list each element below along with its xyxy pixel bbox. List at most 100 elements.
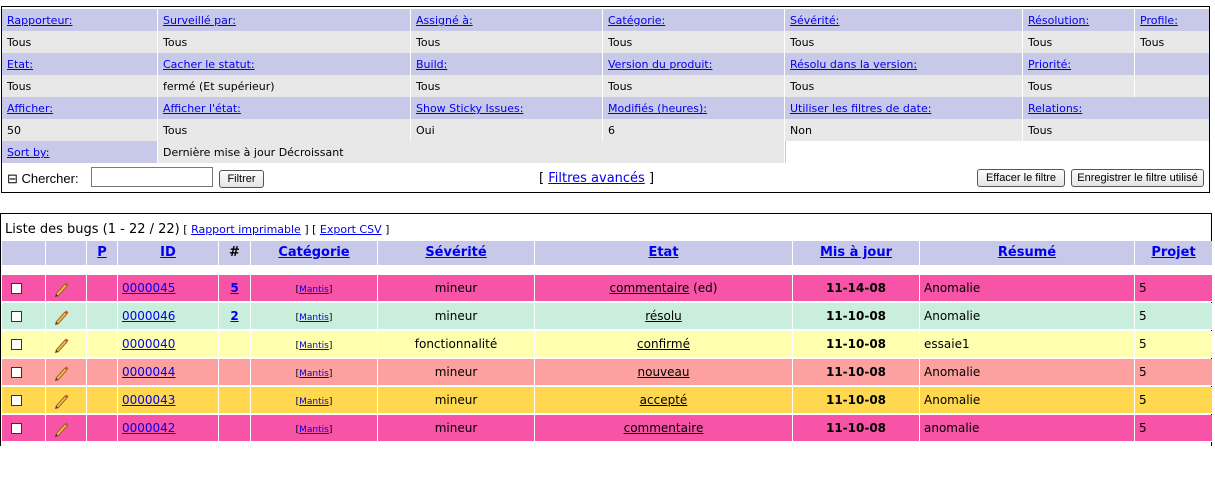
filter-link-product-version[interactable]: Version du produit: xyxy=(608,58,712,71)
filter-label-modified[interactable]: Modifiés (heures): xyxy=(603,97,785,119)
header-priority-link[interactable]: P xyxy=(97,245,107,260)
filter-label-priority[interactable]: Priorité: xyxy=(1023,53,1135,75)
filter-link-sticky[interactable]: Show Sticky Issues: xyxy=(416,102,523,115)
category-link[interactable]: Mantis xyxy=(299,285,329,295)
filter-link-relations[interactable]: Relations: xyxy=(1028,102,1082,115)
pencil-icon[interactable] xyxy=(52,308,70,326)
header-category-link[interactable]: Catégorie xyxy=(278,245,349,260)
filter-label-sticky[interactable]: Show Sticky Issues: xyxy=(411,97,603,119)
filter-link-category[interactable]: Catégorie: xyxy=(608,14,665,27)
filter-label-severity[interactable]: Sévérité: xyxy=(785,9,1023,31)
filter-link-build[interactable]: Build: xyxy=(416,58,447,71)
id-cell[interactable]: 0000042 xyxy=(118,415,219,442)
header-id[interactable]: ID xyxy=(118,241,219,265)
status-link[interactable]: résolu xyxy=(645,309,682,323)
header-category[interactable]: Catégorie xyxy=(251,241,378,265)
category-link[interactable]: Mantis xyxy=(299,397,329,407)
filter-label-monitored[interactable]: Surveillé par: xyxy=(158,9,411,31)
status-link[interactable]: accepté xyxy=(640,393,688,407)
row-checkbox[interactable] xyxy=(11,339,22,350)
pencil-icon[interactable] xyxy=(52,392,70,410)
header-updated-link[interactable]: Mis à jour xyxy=(820,245,892,260)
save-filter-button[interactable]: Enregistrer le filtre utilisé xyxy=(1071,169,1204,187)
bug-id-link[interactable]: 0000043 xyxy=(122,393,175,407)
note-count-link[interactable]: 2 xyxy=(230,309,238,323)
header-id-link[interactable]: ID xyxy=(160,245,176,260)
bug-id-link[interactable]: 0000040 xyxy=(122,337,175,351)
header-project[interactable]: Projet xyxy=(1135,241,1212,265)
filter-link-resolution[interactable]: Résolution: xyxy=(1028,14,1089,27)
category-link[interactable]: Mantis xyxy=(299,341,329,351)
advanced-filters-link[interactable]: Filtres avancés xyxy=(548,171,645,186)
row-checkbox[interactable] xyxy=(11,283,22,294)
row-checkbox[interactable] xyxy=(11,367,22,378)
header-summary[interactable]: Résumé xyxy=(920,241,1135,265)
id-cell[interactable]: 0000046 xyxy=(118,303,219,330)
row-checkbox[interactable] xyxy=(11,311,22,322)
row-checkbox[interactable] xyxy=(11,423,22,434)
filter-link-priority[interactable]: Priorité: xyxy=(1028,58,1071,71)
search-label[interactable]: ⊟ Chercher: xyxy=(7,171,79,187)
filter-label-status[interactable]: Etat: xyxy=(2,53,158,75)
clear-filter-button[interactable]: Effacer le filtre xyxy=(977,169,1065,187)
header-priority[interactable]: P xyxy=(87,241,118,265)
filter-link-severity[interactable]: Sévérité: xyxy=(790,14,839,27)
export-csv-link[interactable]: Export CSV xyxy=(320,223,382,236)
status-link[interactable]: commentaire xyxy=(610,281,690,295)
filter-link-show-state[interactable]: Afficher l'état: xyxy=(163,102,241,115)
status-link[interactable]: confirmé xyxy=(637,337,690,351)
row-checkbox[interactable] xyxy=(11,395,22,406)
header-status-link[interactable]: Etat xyxy=(648,245,678,260)
filter-label-build[interactable]: Build: xyxy=(411,53,603,75)
bug-id-link[interactable]: 0000044 xyxy=(122,365,175,379)
filter-label-show-state[interactable]: Afficher l'état: xyxy=(158,97,411,119)
filter-link-hide-status[interactable]: Cacher le statut: xyxy=(163,58,255,71)
id-cell[interactable]: 0000045 xyxy=(118,275,219,302)
note-count-link[interactable]: 5 xyxy=(230,281,238,295)
id-cell[interactable]: 0000043 xyxy=(118,387,219,414)
bug-id-link[interactable]: 0000045 xyxy=(122,281,175,295)
filter-link-date-filters[interactable]: Utiliser les filtres de date: xyxy=(790,102,931,115)
filter-label-reporter[interactable]: Rapporteur: xyxy=(2,9,158,31)
filter-label-fixed-in-version[interactable]: Résolu dans la version: xyxy=(785,53,1023,75)
status-link[interactable]: commentaire xyxy=(624,421,704,435)
filter-label-hide-status[interactable]: Cacher le statut: xyxy=(158,53,411,75)
header-severity[interactable]: Sévérité xyxy=(378,241,535,265)
category-link[interactable]: Mantis xyxy=(299,425,329,435)
pencil-icon[interactable] xyxy=(52,420,70,438)
filter-label-category[interactable]: Catégorie: xyxy=(603,9,785,31)
header-updated[interactable]: Mis à jour xyxy=(793,241,920,265)
category-link[interactable]: Mantis xyxy=(299,313,329,323)
filter-link-assigned[interactable]: Assigné à: xyxy=(416,14,473,27)
sort-by-link[interactable]: Sort by: xyxy=(7,146,49,159)
search-input[interactable] xyxy=(91,167,213,187)
print-report-link[interactable]: Rapport imprimable xyxy=(191,223,301,236)
filter-label-profile[interactable]: Profile: xyxy=(1135,9,1209,31)
pencil-icon[interactable] xyxy=(52,336,70,354)
id-cell[interactable]: 0000040 xyxy=(118,331,219,358)
filter-label-assigned[interactable]: Assigné à: xyxy=(411,9,603,31)
header-project-link[interactable]: Projet xyxy=(1151,245,1195,260)
filter-button[interactable]: Filtrer xyxy=(219,170,264,188)
filter-link-fixed-in-version[interactable]: Résolu dans la version: xyxy=(790,58,917,71)
id-cell[interactable]: 0000044 xyxy=(118,359,219,386)
filter-link-status[interactable]: Etat: xyxy=(7,58,33,71)
filter-label-relations[interactable]: Relations: xyxy=(1023,97,1209,119)
filter-label-date-filters[interactable]: Utiliser les filtres de date: xyxy=(785,97,1023,119)
header-severity-link[interactable]: Sévérité xyxy=(425,245,486,260)
filter-link-monitored[interactable]: Surveillé par: xyxy=(163,14,236,27)
filter-link-reporter[interactable]: Rapporteur: xyxy=(7,14,72,27)
bug-id-link[interactable]: 0000042 xyxy=(122,421,175,435)
sort-by-label[interactable]: Sort by: xyxy=(2,141,158,163)
pencil-icon[interactable] xyxy=(52,364,70,382)
filter-label-resolution[interactable]: Résolution: xyxy=(1023,9,1135,31)
category-link[interactable]: Mantis xyxy=(299,369,329,379)
pencil-icon[interactable] xyxy=(52,280,70,298)
filter-label-product-version[interactable]: Version du produit: xyxy=(603,53,785,75)
filter-link-profile[interactable]: Profile: xyxy=(1140,14,1178,27)
header-summary-link[interactable]: Résumé xyxy=(998,245,1056,260)
status-link[interactable]: nouveau xyxy=(638,365,690,379)
bug-id-link[interactable]: 0000046 xyxy=(122,309,175,323)
filter-label-show[interactable]: Afficher: xyxy=(2,97,158,119)
filter-link-modified[interactable]: Modifiés (heures): xyxy=(608,102,707,115)
